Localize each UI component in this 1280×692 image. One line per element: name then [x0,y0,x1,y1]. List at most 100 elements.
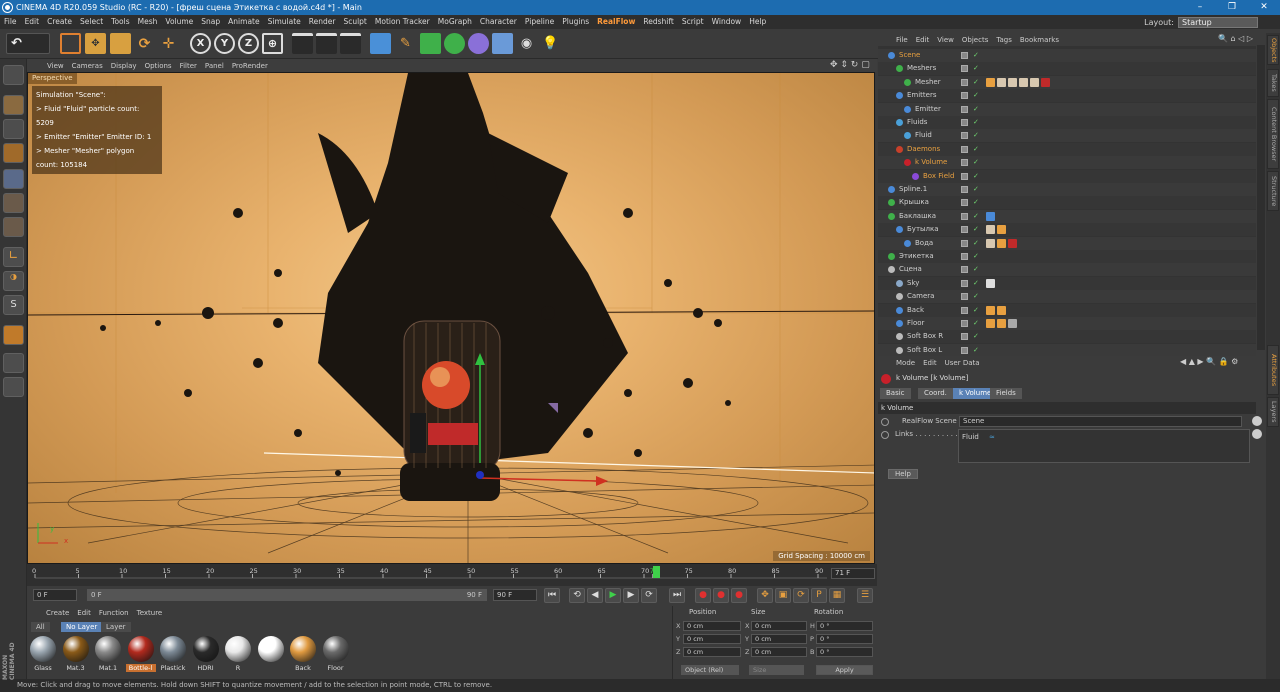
rotation-field[interactable]: 0 ° [816,621,873,631]
points-mode-icon[interactable] [3,169,24,189]
side-tab-layers[interactable]: Layers [1267,397,1279,427]
tab-all[interactable]: All [31,622,50,632]
tag-icon[interactable] [997,225,1006,235]
object-menu-edit[interactable]: Edit [912,34,934,47]
attribute-menu-mode[interactable]: Mode [892,357,919,370]
layer-checkbox-icon[interactable] [961,105,968,113]
menu-item-pipeline[interactable]: Pipeline [521,15,558,29]
coordinate-system-icon[interactable]: ⊕ [262,33,283,54]
visibility-check-icon[interactable]: ✓ [973,143,979,156]
object-row[interactable]: Daemons ✓ [878,142,1256,156]
tag-icon[interactable] [986,225,995,235]
tag-icon[interactable] [1030,77,1039,87]
object-name[interactable]: Soft Box L [907,344,942,357]
viewport-navigation-icons[interactable]: ✥ ⇕ ↻ ▢ [830,60,870,70]
visibility-check-icon[interactable]: ✓ [973,49,979,62]
min-time-field[interactable]: 0 F [33,589,77,601]
workplane-lock-icon[interactable] [3,353,24,373]
floor-icon[interactable] [492,33,513,54]
attribute-menu-user-data[interactable]: User Data [941,357,984,370]
links-options-icon[interactable] [1252,429,1262,439]
visibility-check-icon[interactable]: ✓ [973,183,979,196]
previous-frame-button[interactable]: ◀ [587,588,603,603]
object-name[interactable]: Emitters [907,89,937,102]
visibility-check-icon[interactable]: ✓ [973,156,979,169]
polygons-mode-icon[interactable] [3,217,24,237]
size-field[interactable]: 0 cm [751,634,807,644]
visibility-check-icon[interactable]: ✓ [973,170,979,183]
side-tab-takes[interactable]: Takes [1267,69,1279,97]
go-to-start-button[interactable]: ⏮ [544,588,560,603]
menu-item-tools[interactable]: Tools [107,15,133,29]
attribute-nav-icons[interactable]: ◀ ▲ ▶ 🔍 🔒 ⚙ [1180,357,1238,366]
tag-icon[interactable] [986,305,995,315]
object-row[interactable]: Box Field ✓ [878,169,1256,183]
tag-icon[interactable] [986,238,995,248]
tag-icon[interactable] [986,211,995,221]
material-swatch[interactable]: Mat.1 [93,635,123,675]
layer-checkbox-icon[interactable] [961,78,968,86]
menu-item-script[interactable]: Script [678,15,708,29]
object-row[interactable]: Этикетка ✓ [878,250,1256,263]
attribute-tab-coord-[interactable]: Coord. [918,388,953,399]
apply-button[interactable]: Apply [816,665,873,675]
object-name[interactable]: Emitter [915,103,941,116]
object-row[interactable]: Floor ✓ [878,317,1256,330]
tag-icon[interactable] [1041,77,1050,87]
layer-checkbox-icon[interactable] [961,279,968,287]
visibility-check-icon[interactable]: ✓ [973,263,979,276]
object-name[interactable]: Meshers [907,62,936,75]
coordinate-mode-dropdown[interactable]: Object (Rel) [681,665,739,675]
material-swatch[interactable]: Glass [28,635,58,675]
object-name[interactable]: Spline.1 [899,183,927,196]
animation-radio-icon[interactable] [881,431,889,439]
object-name[interactable]: Floor [907,317,924,330]
menu-item-file[interactable]: File [0,15,21,29]
layer-checkbox-icon[interactable] [961,293,968,301]
layer-checkbox-icon[interactable] [961,145,968,153]
edges-mode-icon[interactable] [3,193,24,213]
record-parameter-button[interactable]: P [811,588,827,603]
z-axis-lock-button[interactable]: Z [238,33,259,54]
material-menu-texture[interactable]: Texture [133,607,167,620]
layer-checkbox-icon[interactable] [961,119,968,126]
object-name[interactable]: Этикетка [899,250,934,263]
object-row[interactable]: Вода ✓ [878,236,1256,250]
current-frame-field[interactable]: 71 F [831,568,875,579]
object-row[interactable]: Emitter ✓ [878,102,1256,116]
menu-item-character[interactable]: Character [476,15,521,29]
menu-item-render[interactable]: Render [305,15,340,29]
layer-checkbox-icon[interactable] [961,52,968,59]
visibility-check-icon[interactable]: ✓ [973,89,979,102]
size-field[interactable]: 0 cm [751,621,807,631]
tag-icon[interactable] [997,305,1006,315]
snap-icon[interactable]: S [3,295,24,315]
record-rotation-button[interactable]: ⟳ [793,588,809,603]
object-name[interactable]: Баклашка [899,210,936,223]
attribute-tab-basic[interactable]: Basic [880,388,911,399]
scale-tool-icon[interactable] [110,33,131,54]
object-name[interactable]: Fluids [907,116,927,129]
object-row[interactable]: Scene ✓ [878,49,1256,62]
max-time-field[interactable]: 90 F [493,589,537,601]
menu-item-edit[interactable]: Edit [21,15,44,29]
material-swatch[interactable]: Mat.3 [61,635,91,675]
menu-item-simulate[interactable]: Simulate [264,15,305,29]
record-scale-button[interactable]: ▣ [775,588,791,603]
attribute-tab-fields[interactable]: Fields [990,388,1022,399]
tag-icon[interactable] [1008,77,1017,87]
layer-checkbox-icon[interactable] [961,239,968,247]
object-row[interactable]: Soft Box R ✓ [878,330,1256,344]
realflow-scene-link-field[interactable]: Scene [959,416,1242,427]
camera-icon[interactable]: ◉ [516,33,537,54]
texture-mode-icon[interactable] [3,119,24,139]
size-field[interactable]: 0 cm [751,647,807,657]
pen-spline-icon[interactable]: ✎ [395,33,416,54]
layer-checkbox-icon[interactable] [961,132,968,140]
menu-item-motion-tracker[interactable]: Motion Tracker [371,15,434,29]
object-menu-bookmarks[interactable]: Bookmarks [1016,34,1063,47]
move-tool-icon[interactable]: ✥ [85,33,106,54]
tag-icon[interactable] [986,319,995,328]
object-row[interactable]: Крышка ✓ [878,196,1256,210]
object-manager-search-icon[interactable]: 🔍 ⌂ ◁ ▷ [1218,34,1253,43]
